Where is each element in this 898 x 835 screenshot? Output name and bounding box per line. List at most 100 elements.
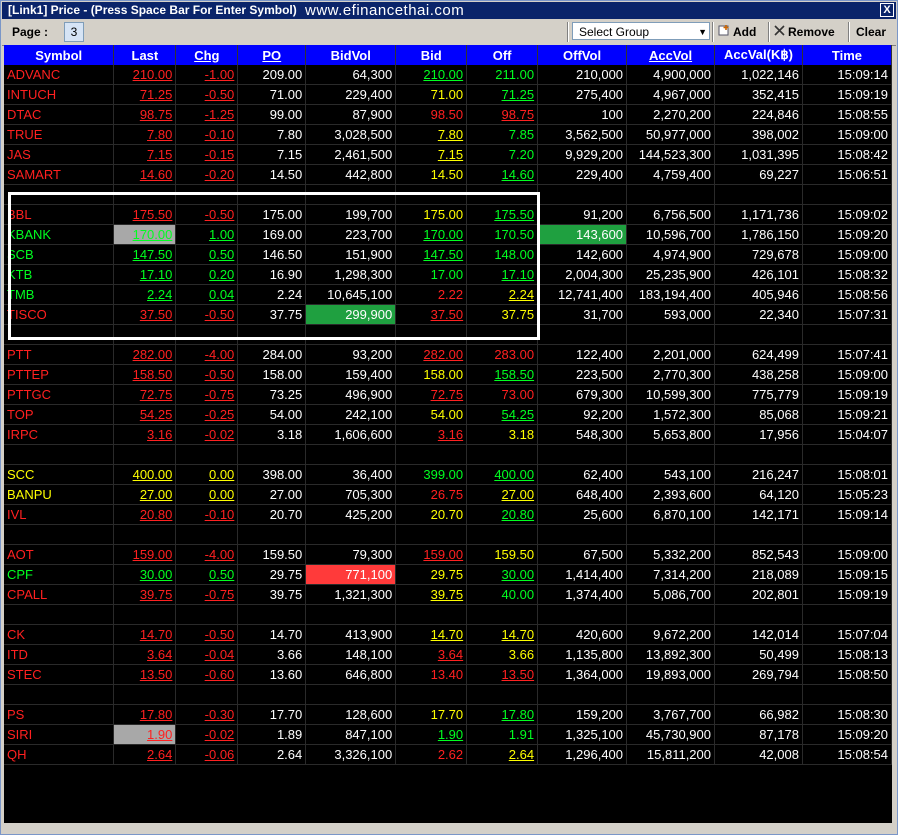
spacer-row[interactable] (4, 604, 893, 625)
table-row[interactable]: SCB 147.50 0.50 146.50 151,900 147.50 148.00 14… (4, 244, 893, 265)
remove-label: Remove (788, 25, 835, 39)
table-row[interactable]: PTTGC 72.75 -0.75 73.25 496,900 72.75 73.00 679… (4, 384, 893, 405)
cell-po: 169.00 (237, 224, 307, 245)
table-row[interactable]: QH 2.64 -0.06 2.64 3,326,100 2.62 2.64 1,296,40… (4, 744, 893, 765)
column-header[interactable]: Symbol (4, 45, 115, 65)
table-row[interactable]: SCC 400.00 0.00 398.00 36,400 399.00 400.00 62,… (4, 464, 893, 485)
cell-last: 30.00 (113, 564, 177, 585)
cell-po (237, 524, 307, 545)
table-row[interactable]: STEC 13.50 -0.60 13.60 646,800 13.40 13.50 1,36… (4, 664, 893, 685)
spacer-row[interactable] (4, 184, 893, 205)
cell-offvol: 548,300 (537, 424, 628, 445)
table-row[interactable]: AOT 159.00 -4.00 159.50 79,300 159.00 159.50 67… (4, 544, 893, 565)
close-button[interactable]: X (880, 3, 894, 17)
page-input[interactable]: 3 (64, 22, 84, 42)
cell-chg: -0.15 (175, 144, 239, 165)
cell-time: 15:09:19 (802, 84, 893, 105)
cell-offvol: 91,200 (537, 204, 628, 225)
column-header[interactable]: PO (237, 45, 307, 65)
table-row[interactable]: BANPU 27.00 0.00 27.00 705,300 26.75 27.00 648,… (4, 484, 893, 505)
table-row[interactable]: PS 17.80 -0.30 17.70 128,600 17.70 17.80 159,20… (4, 704, 893, 725)
spacer-row[interactable] (4, 524, 893, 545)
cell-offvol: 229,400 (537, 164, 628, 185)
table-row[interactable]: KBANK 170.00 1.00 169.00 223,700 170.00 170.50… (4, 224, 893, 245)
column-header[interactable]: Last (113, 45, 177, 65)
cell-time: 15:09:20 (802, 224, 893, 245)
table-row[interactable]: SAMART 14.60 -0.20 14.50 442,800 14.50 14.60 22… (4, 164, 893, 185)
table-row[interactable]: ADVANC 210.00 -1.00 209.00 64,300 210.00 211.0… (4, 65, 893, 85)
column-header[interactable]: Bid (395, 45, 468, 65)
cell-bid: 158.00 (395, 364, 468, 385)
cell-last (113, 684, 177, 705)
window-title: [Link1] Price - (Press Space Bar For Ent… (8, 3, 297, 17)
cell-off: 3.18 (466, 424, 539, 445)
group-select[interactable]: Select Group ▼ (572, 22, 710, 40)
cell-time: 15:08:30 (802, 704, 893, 725)
cell-accvalk: 142,171 (714, 504, 803, 525)
table-row[interactable]: PTT 282.00 -4.00 284.00 93,200 282.00 283.00 12… (4, 344, 893, 365)
cell-symbol: QH (4, 744, 115, 765)
column-header[interactable]: BidVol (305, 45, 397, 65)
cell-bid: 2.22 (395, 284, 468, 305)
cell-bid (395, 604, 468, 625)
spacer-row[interactable] (4, 324, 893, 345)
table-row[interactable]: CK 14.70 -0.50 14.70 413,900 14.70 14.70 420,60… (4, 624, 893, 645)
status-strip (2, 823, 896, 834)
cell-bid: 159.00 (395, 544, 468, 565)
cell-offvol: 143,600 (537, 224, 628, 245)
cell-accvalk (714, 604, 803, 625)
cell-accvol: 4,967,000 (626, 84, 715, 105)
add-button[interactable]: Add (718, 23, 756, 41)
cell-bidvol: 3,028,500 (305, 124, 397, 145)
table-row[interactable]: CPALL 39.75 -0.75 39.75 1,321,300 39.75 40.00 1… (4, 584, 893, 605)
cell-offvol: 1,296,400 (537, 744, 628, 765)
cell-time (802, 524, 893, 545)
cell-accvalk: 50,499 (714, 644, 803, 665)
cell-chg: -0.30 (175, 704, 239, 725)
column-header[interactable]: Off (466, 45, 539, 65)
cell-symbol: KTB (4, 264, 115, 285)
table-row[interactable]: TMB 2.24 0.04 2.24 10,645,100 2.22 2.24 12,741,… (4, 284, 893, 305)
table-row[interactable]: JAS 7.15 -0.15 7.15 2,461,500 7.15 7.20 9,929,2… (4, 144, 893, 165)
cell-bidvol: 199,700 (305, 204, 397, 225)
column-header[interactable]: AccVal(K฿) (714, 45, 803, 65)
remove-button[interactable]: Remove (774, 23, 835, 41)
cell-accvalk: 352,415 (714, 84, 803, 105)
cell-offvol: 2,004,300 (537, 264, 628, 285)
table-row[interactable]: TISCO 37.50 -0.50 37.75 299,900 37.50 37.75 31,… (4, 304, 893, 325)
table-row[interactable]: ITD 3.64 -0.04 3.66 148,100 3.64 3.66 1,135,800… (4, 644, 893, 665)
cell-bidvol: 705,300 (305, 484, 397, 505)
table-row[interactable]: TRUE 7.80 -0.10 7.80 3,028,500 7.80 7.85 3,562,… (4, 124, 893, 145)
table-row[interactable]: INTUCH 71.25 -0.50 71.00 229,400 71.00 71.25 27… (4, 84, 893, 105)
table-row[interactable]: IRPC 3.16 -0.02 3.18 1,606,600 3.16 3.18 548,30… (4, 424, 893, 445)
table-row[interactable]: CPF 30.00 0.50 29.75 771,100 29.75 30.00 1,414,… (4, 564, 893, 585)
table-row[interactable]: IVL 20.80 -0.10 20.70 425,200 20.70 20.80 25,60… (4, 504, 893, 525)
cell-accvol: 45,730,900 (626, 724, 715, 745)
table-row[interactable]: SIRI 1.90 -0.02 1.89 847,100 1.90 1.91 1,325,10… (4, 724, 893, 745)
column-header[interactable]: Time (802, 45, 893, 65)
cell-accvol: 10,596,700 (626, 224, 715, 245)
cell-off (466, 604, 539, 625)
cell-offvol: 3,562,500 (537, 124, 628, 145)
spacer-row[interactable] (4, 684, 893, 705)
cell-last: 14.60 (113, 164, 177, 185)
table-row[interactable]: DTAC 98.75 -1.25 99.00 87,900 98.50 98.75 100 2,… (4, 104, 893, 125)
clear-button[interactable]: Clear (856, 23, 886, 41)
cell-bid: 3.16 (395, 424, 468, 445)
cell-bidvol: 425,200 (305, 504, 397, 525)
cell-accvalk: 22,340 (714, 304, 803, 325)
column-header[interactable]: AccVol (626, 45, 715, 65)
cell-off: 148.00 (466, 244, 539, 265)
table-row[interactable]: PTTEP 158.50 -0.50 158.00 159,400 158.00 158.5… (4, 364, 893, 385)
cell-symbol: SIRI (4, 724, 115, 745)
table-row[interactable]: TOP 54.25 -0.25 54.00 242,100 54.00 54.25 92,20… (4, 404, 893, 425)
column-header[interactable]: Chg (175, 45, 239, 65)
column-header[interactable]: OffVol (537, 45, 628, 65)
cell-bidvol: 1,321,300 (305, 584, 397, 605)
cell-accvol: 5,332,200 (626, 544, 715, 565)
spacer-row[interactable] (4, 444, 893, 465)
table-row[interactable]: BBL 175.50 -0.50 175.00 199,700 175.00 175.50 9… (4, 204, 893, 225)
cell-bid: 39.75 (395, 584, 468, 605)
cell-offvol: 1,325,100 (537, 724, 628, 745)
table-row[interactable]: KTB 17.10 0.20 16.90 1,298,300 17.00 17.10 2,00… (4, 264, 893, 285)
